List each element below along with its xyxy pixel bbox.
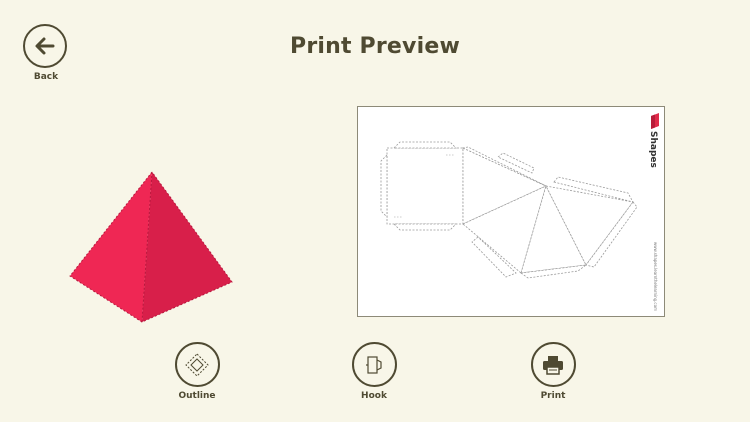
- print-preview-paper: Shapes www.shapes.learnthelearning.com: [357, 106, 665, 317]
- hook-tool: Hook: [344, 342, 404, 401]
- outline-button[interactable]: [174, 342, 220, 387]
- print-button[interactable]: [530, 342, 576, 387]
- page-title: Print Preview: [290, 34, 460, 59]
- brand-url: www.shapes.learnthelearning.com: [653, 242, 658, 311]
- brand-name: Shapes: [648, 131, 658, 168]
- outline-label: Outline: [178, 391, 216, 401]
- print-label: Print: [540, 391, 566, 401]
- outline-diamond-icon: [185, 352, 209, 377]
- hook-button[interactable]: [351, 342, 397, 387]
- outline-tool: Outline: [167, 342, 227, 401]
- pyramid-front-face: [70, 172, 152, 322]
- pyramid-3d-model[interactable]: [66, 168, 236, 328]
- printer-icon: [543, 355, 563, 375]
- pyramid-side-face: [142, 172, 232, 322]
- print-tool: Print: [523, 342, 583, 401]
- shapes-logo-icon: [651, 113, 659, 129]
- back-label: Back: [33, 72, 59, 82]
- hook-label: Hook: [361, 391, 387, 401]
- hook-tab-icon: [366, 355, 382, 374]
- pyramid-net-template: [380, 141, 638, 279]
